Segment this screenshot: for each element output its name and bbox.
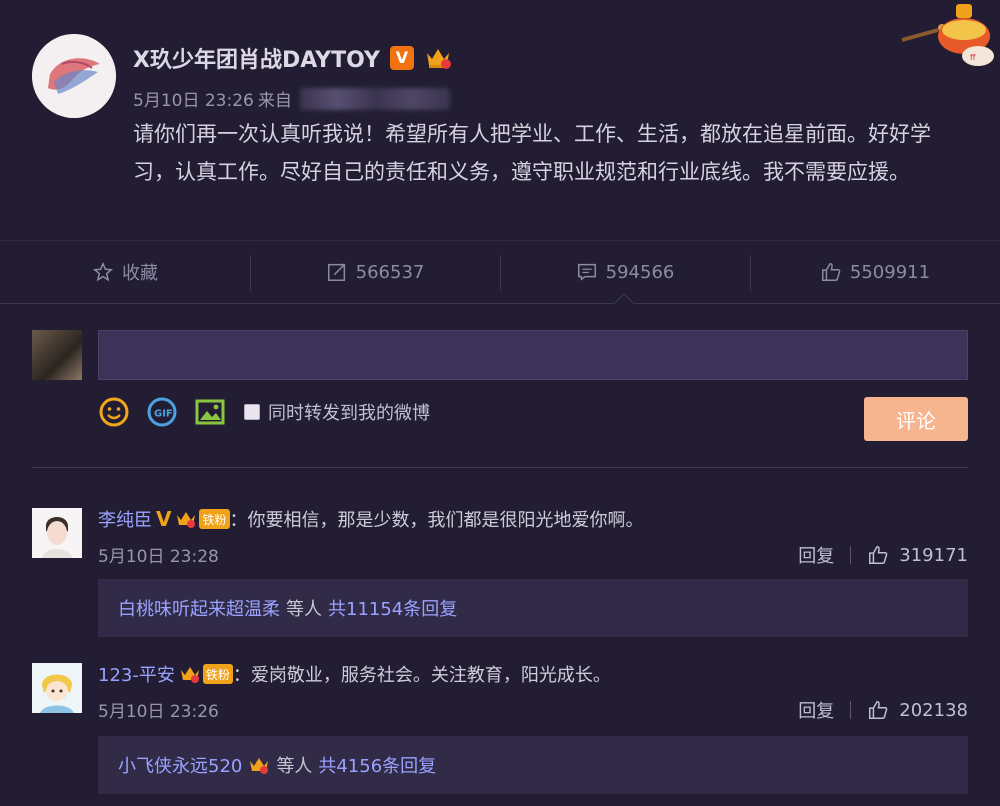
comment-ops: 回复 319171 bbox=[798, 542, 968, 568]
vip-crown-icon bbox=[250, 758, 269, 774]
image-icon[interactable] bbox=[194, 396, 226, 428]
comment-icon bbox=[577, 263, 596, 281]
verified-v-icon: V bbox=[389, 46, 414, 70]
commenter-name[interactable]: 123-平安 bbox=[98, 661, 175, 687]
post-content: 请你们再一次认真听我说！希望所有人把学业、工作、生活，都放在追星前面。好好学习，… bbox=[133, 122, 931, 184]
repost-button[interactable]: 566537 bbox=[250, 241, 500, 303]
reply-total[interactable]: 共11154条回复 bbox=[328, 595, 457, 621]
reply-total[interactable]: 共4156条回复 bbox=[318, 752, 436, 778]
reply-suffix: 等人 bbox=[276, 756, 313, 777]
comment-text: ：你要相信，那是少数，我们都是很阳光地爱你啊。 bbox=[229, 510, 644, 531]
verified-v-icon: V bbox=[156, 507, 172, 531]
composer-divider bbox=[32, 467, 968, 468]
ops-separator bbox=[850, 546, 852, 564]
comment-time: 5月10日 23:28 bbox=[98, 547, 219, 567]
comment-composer: GIF 同时转发到我的微博 评论 bbox=[0, 304, 1000, 468]
emoji-icon[interactable] bbox=[98, 396, 130, 428]
forward-label: 同时转发到我的微博 bbox=[268, 403, 430, 424]
like-button[interactable]: 5509911 bbox=[750, 241, 1000, 303]
post-meta: 5月10日 23:26 来自 bbox=[133, 86, 450, 111]
comment-like-count: 319171 bbox=[899, 544, 968, 566]
thumbs-up-icon[interactable] bbox=[867, 544, 889, 566]
vip-crown-icon bbox=[424, 45, 452, 71]
forward-option[interactable]: 同时转发到我的微博 bbox=[244, 399, 430, 425]
post-source-prefix: 来自 bbox=[257, 91, 292, 111]
reply-suffix: 等人 bbox=[286, 599, 322, 620]
comment-text: ：爱岗敬业，服务社会。关注教育，阳光成长。 bbox=[232, 665, 611, 686]
svg-text:GIF: GIF bbox=[154, 409, 173, 420]
comment-ops: 回复 202138 bbox=[798, 697, 968, 723]
commenter-avatar[interactable] bbox=[32, 508, 82, 558]
comment-input[interactable] bbox=[98, 330, 968, 380]
comment-like-count: 202138 bbox=[899, 699, 968, 721]
reply-button[interactable]: 回复 bbox=[798, 542, 834, 568]
reply-summary[interactable]: 白桃味听起来超温柔 等人 共11154条回复 bbox=[98, 579, 968, 637]
reply-user[interactable]: 白桃味听起来超温柔 bbox=[118, 595, 280, 621]
repost-icon bbox=[327, 263, 345, 281]
hotpot-decoration-icon: ff bbox=[898, 0, 1000, 72]
author-avatar[interactable] bbox=[32, 34, 116, 118]
comment-line: 李纯臣 V 铁粉 ：你要相信，那是少数，我们都是很阳光地爱你啊。 bbox=[98, 506, 644, 532]
like-count: 5509911 bbox=[849, 261, 931, 283]
weibo-post: X玖少年团肖战DAYTOY V 5月10日 23:26 来自 请你们再一次认真听… bbox=[0, 0, 1000, 240]
fan-badge: 铁粉 bbox=[202, 664, 233, 684]
comment-line: 123-平安 铁粉 ：爱岗敬业，服务社会。关注教育，阳光成长。 bbox=[98, 661, 611, 687]
composer-tools: GIF 同时转发到我的微博 bbox=[98, 396, 430, 428]
thumbs-up-icon bbox=[821, 263, 841, 281]
svg-text:ff: ff bbox=[970, 53, 976, 62]
comment-time: 5月10日 23:26 bbox=[98, 702, 219, 722]
author-name-row: X玖少年团肖战DAYTOY V bbox=[133, 42, 452, 74]
thumbs-up-icon[interactable] bbox=[867, 699, 889, 721]
vip-crown-icon bbox=[180, 667, 199, 683]
favorite-label: 收藏 bbox=[122, 263, 158, 284]
commenter-name[interactable]: 李纯臣 bbox=[98, 506, 152, 532]
fan-badge: 铁粉 bbox=[199, 509, 230, 529]
star-icon bbox=[92, 261, 114, 282]
commenter-avatar[interactable] bbox=[32, 663, 82, 713]
reply-button[interactable]: 回复 bbox=[798, 697, 834, 723]
current-user-avatar bbox=[32, 330, 82, 380]
repost-count: 566537 bbox=[355, 261, 425, 283]
reply-summary[interactable]: 小飞侠永远520 等人 共4156条回复 bbox=[98, 736, 968, 794]
submit-comment-button[interactable]: 评论 bbox=[864, 397, 968, 441]
post-time[interactable]: 5月10日 23:26 bbox=[133, 86, 254, 111]
ops-separator bbox=[850, 701, 852, 719]
vip-crown-icon bbox=[177, 512, 196, 528]
author-name[interactable]: X玖少年团肖战DAYTOY bbox=[133, 42, 380, 74]
post-action-bar: 收藏 566537 594566 5509911 bbox=[0, 240, 1000, 304]
blurred-source bbox=[299, 87, 450, 110]
reply-user[interactable]: 小飞侠永远520 bbox=[118, 752, 242, 778]
forward-checkbox[interactable] bbox=[244, 404, 260, 420]
comment-count: 594566 bbox=[605, 261, 675, 283]
favorite-button[interactable]: 收藏 bbox=[0, 241, 250, 303]
gif-icon[interactable]: GIF bbox=[146, 396, 178, 428]
